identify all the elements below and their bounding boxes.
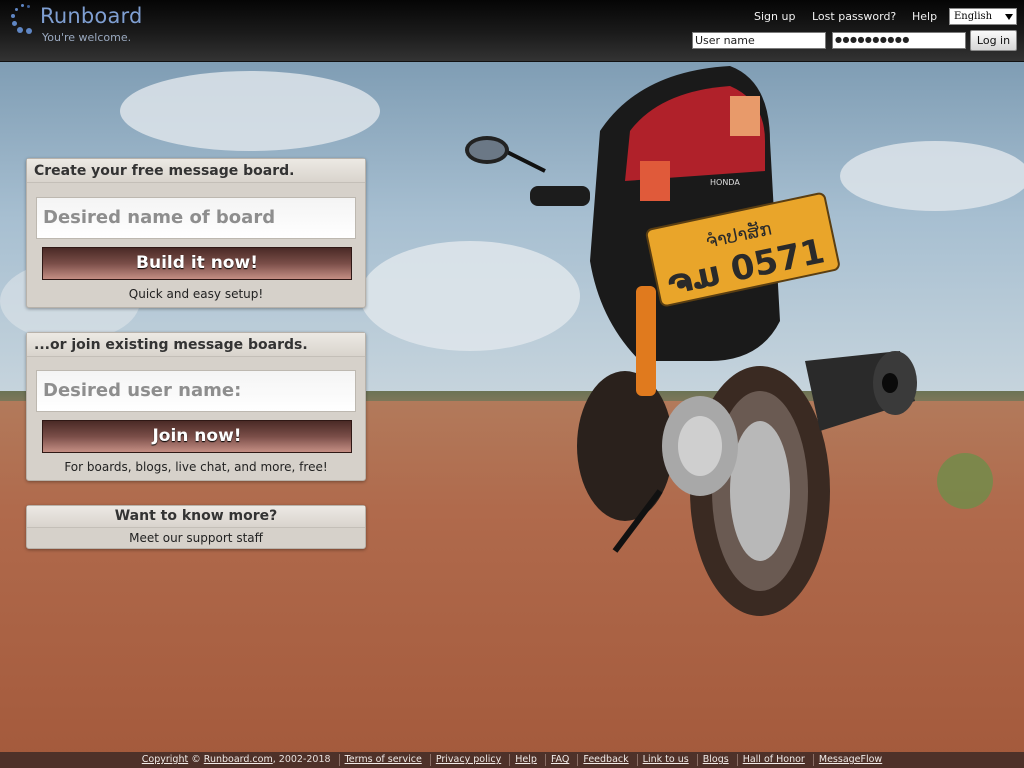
- build-it-now-button[interactable]: Build it now!: [42, 247, 352, 280]
- privacy-link[interactable]: Privacy policy: [436, 754, 501, 765]
- language-selected: English: [954, 11, 993, 22]
- copyright-years: , 2002-2018: [272, 754, 331, 765]
- faq-link[interactable]: FAQ: [551, 754, 569, 765]
- dropdown-arrow-icon: [1005, 14, 1013, 20]
- lost-password-link[interactable]: Lost password?: [812, 10, 896, 23]
- runboard-logo[interactable]: Runboard You're welcome.: [8, 3, 178, 45]
- footer-bar: Copyright © Runboard.com, 2002-2018 Term…: [0, 752, 1024, 768]
- know-more-title: Want to know more?: [27, 506, 365, 528]
- create-board-note: Quick and easy setup!: [128, 287, 264, 301]
- support-staff-link[interactable]: Meet our support staff: [27, 528, 365, 550]
- board-name-input[interactable]: Desired name of board: [36, 197, 356, 239]
- link-to-us-link[interactable]: Link to us: [643, 754, 689, 765]
- copyright-link[interactable]: Copyright: [142, 754, 188, 765]
- hall-of-honor-link[interactable]: Hall of Honor: [743, 754, 805, 765]
- logo-dots-icon: [8, 3, 38, 35]
- bike-brand-text: HONDA: [710, 178, 740, 187]
- create-board-title: Create your free message board.: [27, 159, 365, 183]
- join-board-panel: ...or join existing message boards. Desi…: [26, 332, 366, 481]
- help-link[interactable]: Help: [912, 10, 937, 23]
- runboard-site-link[interactable]: Runboard.com: [204, 754, 273, 765]
- footer-help-link[interactable]: Help: [515, 754, 537, 765]
- password-input[interactable]: ●●●●●●●●●●: [832, 32, 966, 49]
- log-in-button[interactable]: Log in: [970, 30, 1017, 51]
- feedback-link[interactable]: Feedback: [583, 754, 628, 765]
- create-board-panel: Create your free message board. Desired …: [26, 158, 366, 308]
- blogs-link[interactable]: Blogs: [703, 754, 729, 765]
- language-select[interactable]: English: [949, 8, 1017, 25]
- top-bar: Runboard You're welcome. Sign up Lost pa…: [0, 0, 1024, 62]
- join-board-note: For boards, blogs, live chat, and more, …: [64, 460, 328, 474]
- messageflow-link[interactable]: MessageFlow: [819, 754, 882, 765]
- join-now-button[interactable]: Join now!: [42, 420, 352, 453]
- know-more-panel: Want to know more? Meet our support staf…: [26, 505, 366, 549]
- user-name-input[interactable]: Desired user name:: [36, 370, 356, 412]
- join-board-title: ...or join existing message boards.: [27, 333, 365, 357]
- brand-tagline: You're welcome.: [42, 31, 132, 44]
- copyright-symbol: ©: [191, 754, 201, 765]
- username-input[interactable]: User name: [692, 32, 826, 49]
- sign-up-link[interactable]: Sign up: [754, 10, 795, 23]
- brand-name: Runboard: [40, 4, 143, 28]
- terms-link[interactable]: Terms of service: [345, 754, 422, 765]
